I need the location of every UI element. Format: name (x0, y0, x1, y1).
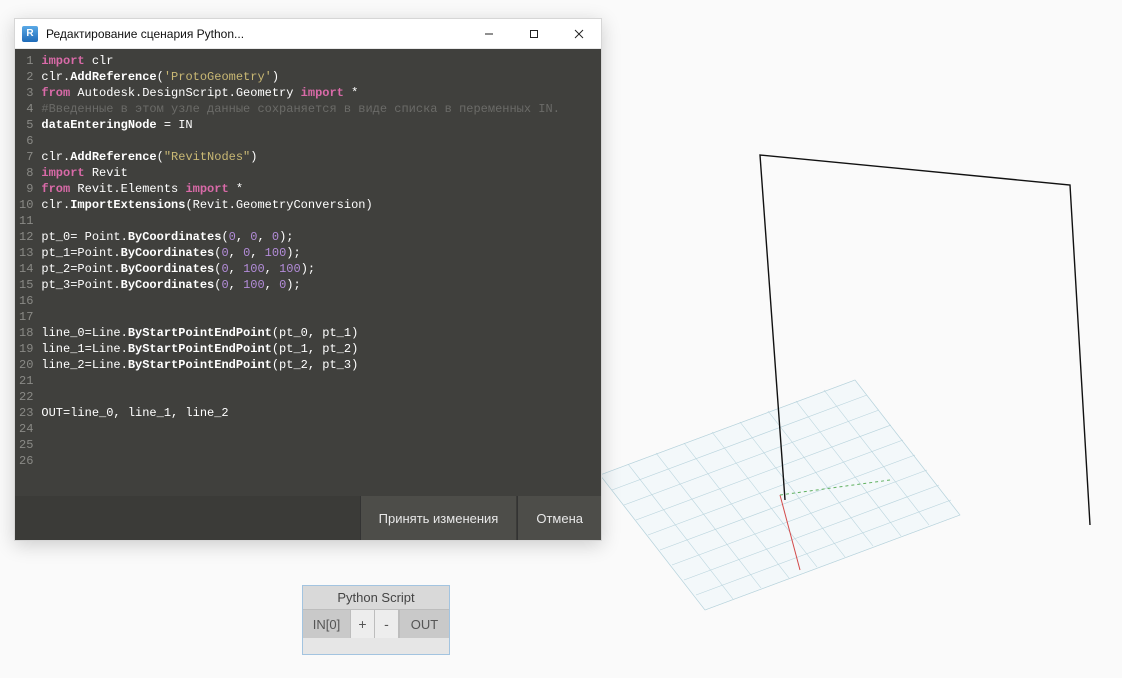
code-content[interactable]: import clrclr.AddReference('ProtoGeometr… (39, 49, 567, 496)
editor-footer: Принять изменения Отмена (15, 496, 601, 540)
minimize-button[interactable] (466, 19, 511, 48)
window-title: Редактирование сценария Python... (46, 27, 466, 41)
remove-input-button[interactable]: - (375, 610, 399, 638)
maximize-button[interactable] (511, 19, 556, 48)
node-footer (303, 638, 449, 654)
node-title: Python Script (303, 586, 449, 610)
window-titlebar[interactable]: R Редактирование сценария Python... (15, 19, 601, 49)
cancel-button[interactable]: Отмена (517, 496, 601, 540)
input-port-0[interactable]: IN[0] (303, 610, 351, 638)
line-gutter: 1 2 3 4 5 6 7 8 9 10 11 12 13 14 15 16 1… (15, 49, 39, 496)
close-button[interactable] (556, 19, 601, 48)
python-script-node[interactable]: Python Script IN[0] + - OUT (302, 585, 450, 655)
output-port[interactable]: OUT (399, 610, 449, 638)
python-editor-window: R Редактирование сценария Python... 1 2 … (14, 18, 602, 541)
geometry-viewport (560, 80, 1120, 620)
add-input-button[interactable]: + (351, 610, 375, 638)
app-icon: R (22, 26, 38, 42)
code-editor[interactable]: 1 2 3 4 5 6 7 8 9 10 11 12 13 14 15 16 1… (15, 49, 601, 496)
accept-changes-button[interactable]: Принять изменения (360, 496, 517, 540)
